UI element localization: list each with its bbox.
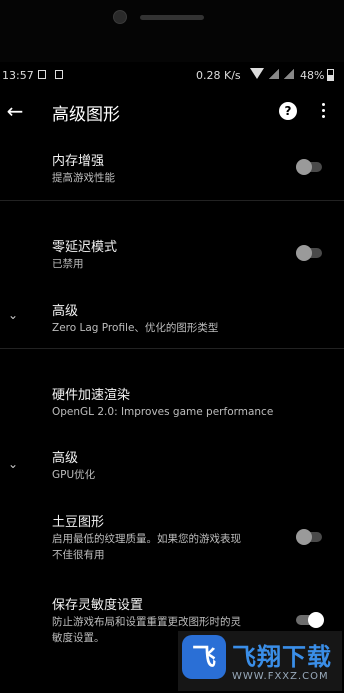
wifi-icon [250,68,264,79]
setting-label: 内存增强 [52,154,105,169]
watermark-name: 飞翔下载 [232,643,332,671]
setting-potato-graphics[interactable]: 土豆图形 启用最低的纹理质量。如果您的游戏表现 不佳很有用 [0,511,344,567]
setting-label: 硬件加速渲染 [52,388,131,403]
notification-icon [38,70,46,79]
watermark-logo: 飞 [182,635,226,679]
battery-percent: 48% [300,69,325,82]
watermark: 飞 飞翔下载 WWW.FXXZ.COM [178,631,342,691]
setting-memory-boost[interactable]: 内存增强 提高游戏性能 [0,150,344,186]
signal-icon [284,68,294,79]
setting-label: 保存灵敏度设置 [52,598,144,613]
status-bar: 13:57 0.28 K/s 48% [0,62,344,88]
setting-subtitle: 敏度设置。 [52,632,105,644]
notification-icon [55,70,63,79]
save-sensitivity-toggle[interactable] [296,612,324,628]
setting-subtitle: 启用最低的纹理质量。如果您的游戏表现 [52,533,241,545]
status-time: 13:57 [2,69,34,82]
setting-subtitle: Zero Lag Profile、优化的图形类型 [52,322,219,334]
network-speed: 0.28 K/s [196,69,241,82]
potato-graphics-toggle[interactable] [296,529,322,545]
help-icon[interactable]: ? [279,102,297,120]
setting-subtitle: 已禁用 [52,258,84,270]
setting-zero-lag-mode[interactable]: 零延迟模式 已禁用 [0,236,344,272]
phone-bezel [0,0,344,62]
more-options-icon[interactable] [318,101,328,123]
setting-label: 高级 [52,451,79,466]
setting-advanced-zero-lag[interactable]: ⌄ 高级 Zero Lag Profile、优化的图形类型 [0,300,344,336]
earpiece-speaker [140,15,204,20]
page-title: 高级图形 [52,105,120,125]
setting-label: 零延迟模式 [52,240,118,255]
memory-boost-toggle[interactable] [296,159,322,175]
back-arrow-icon[interactable]: ← [5,99,25,123]
setting-label: 高级 [52,304,79,319]
divider [0,348,344,349]
setting-subtitle: GPU优化 [52,469,96,481]
setting-hardware-acceleration[interactable]: 硬件加速渲染 OpenGL 2.0: Improves game perform… [0,384,344,420]
chevron-down-icon: ⌄ [7,457,19,471]
setting-subtitle: 不佳很有用 [52,549,105,561]
zero-lag-toggle[interactable] [296,245,322,261]
toolbar: ← 高级图形 ? [0,88,344,138]
setting-subtitle: OpenGL 2.0: Improves game performance [52,406,274,418]
setting-label: 土豆图形 [52,515,105,530]
front-camera [113,10,127,24]
watermark-url: WWW.FXXZ.COM [232,671,329,682]
divider [0,200,344,201]
setting-advanced-gpu[interactable]: ⌄ 高级 GPU优化 [0,447,344,483]
signal-icon [269,68,279,79]
setting-subtitle: 防止游戏布局和设置重置更改图形时的灵 [52,616,241,628]
battery-icon [327,69,334,81]
chevron-down-icon: ⌄ [7,308,19,322]
setting-subtitle: 提高游戏性能 [52,172,115,184]
